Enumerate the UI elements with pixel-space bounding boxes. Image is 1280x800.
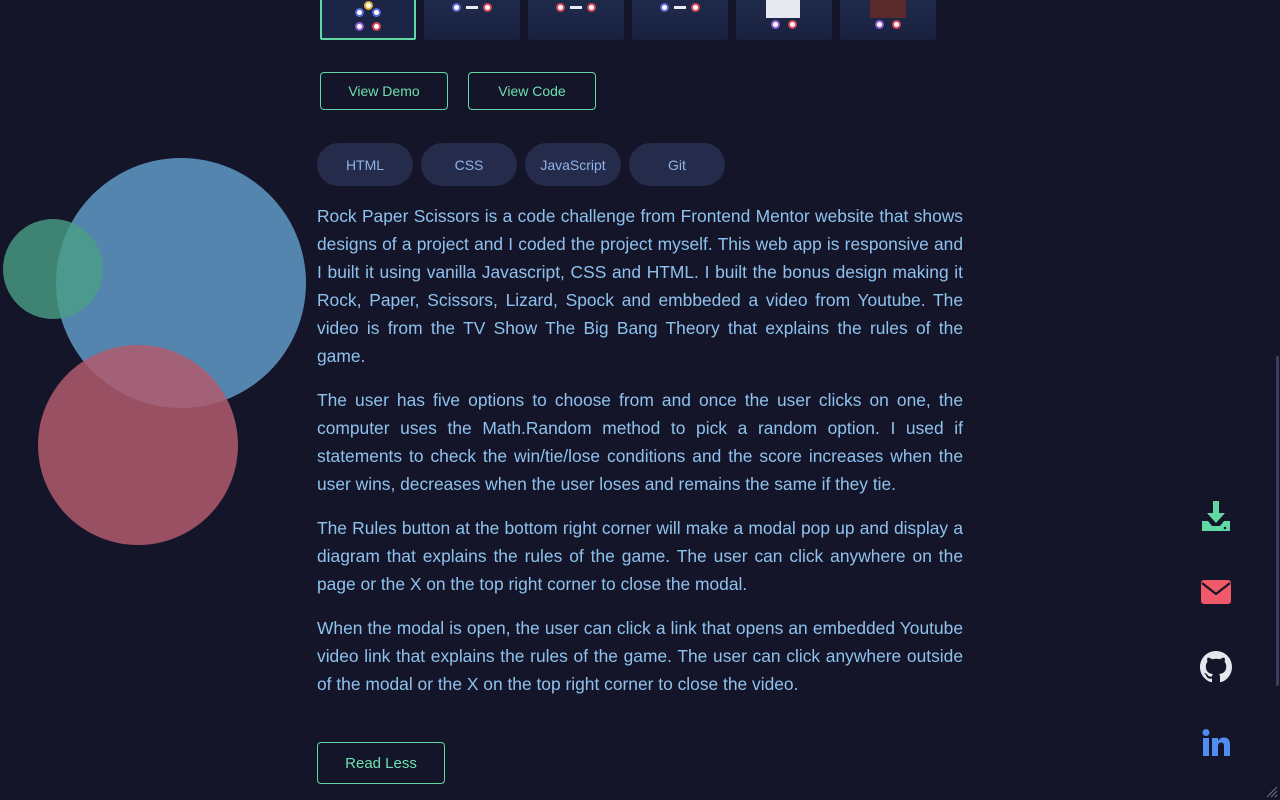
project-description: Rock Paper Scissors is a code challenge … [317, 202, 963, 714]
tech-tags: HTML CSS JavaScript Git [317, 143, 725, 186]
description-paragraph-1: Rock Paper Scissors is a code challenge … [317, 206, 963, 366]
resize-handle-icon[interactable] [1266, 786, 1278, 798]
linkedin-icon[interactable] [1196, 723, 1236, 763]
mail-icon[interactable] [1196, 572, 1236, 612]
thumbnail-5[interactable] [736, 0, 832, 40]
thumbnail-3[interactable] [528, 0, 624, 40]
thumbnail-1[interactable] [320, 0, 416, 40]
thumbnail-2[interactable] [424, 0, 520, 40]
decorative-circle-red [38, 345, 238, 545]
view-demo-button[interactable]: View Demo [320, 72, 448, 110]
tag-html: HTML [317, 143, 413, 186]
screenshot-thumbnails [320, 0, 936, 40]
download-icon[interactable] [1196, 496, 1236, 536]
thumbnail-4[interactable] [632, 0, 728, 40]
project-links: View Demo View Code [320, 72, 596, 110]
description-paragraph-4: When the modal is open, the user can cli… [317, 618, 963, 694]
page: View Demo View Code HTML CSS JavaScript … [0, 0, 1280, 800]
thumbnail-6[interactable] [840, 0, 936, 40]
description-paragraph-2: The user has five options to choose from… [317, 390, 963, 494]
decorative-circle-green [3, 219, 103, 319]
view-code-button[interactable]: View Code [468, 72, 596, 110]
scrollbar-thumb[interactable] [1276, 356, 1279, 686]
tag-git: Git [629, 143, 725, 186]
tag-css: CSS [421, 143, 517, 186]
github-icon[interactable] [1196, 647, 1236, 687]
tag-javascript: JavaScript [525, 143, 621, 186]
read-less-button[interactable]: Read Less [317, 742, 445, 784]
scrollbar[interactable] [1272, 0, 1280, 800]
description-paragraph-3: The Rules button at the bottom right cor… [317, 518, 963, 594]
